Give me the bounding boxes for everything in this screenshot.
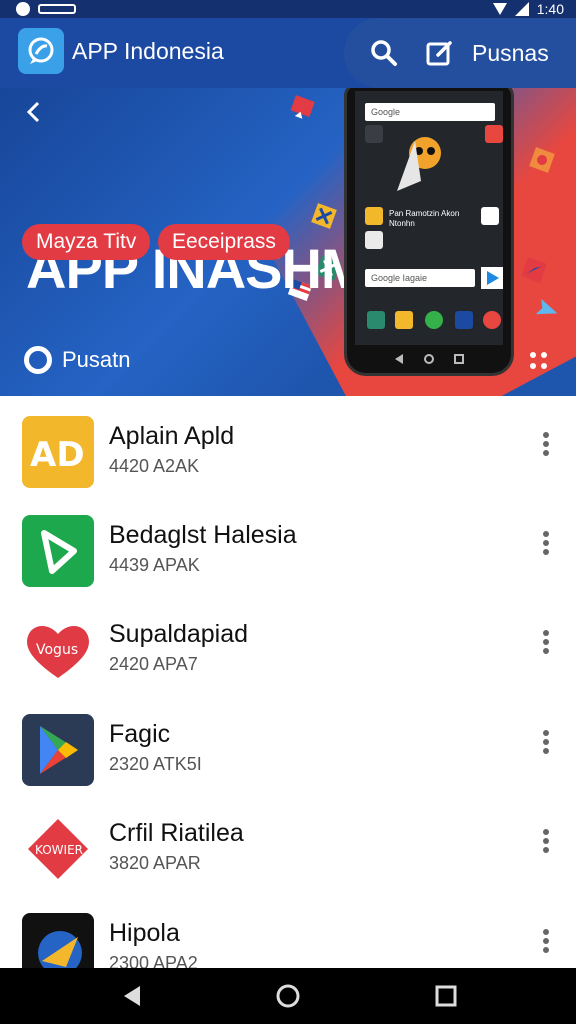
- app-meta: 4439 APAK: [109, 555, 200, 575]
- app-name: Fagic: [109, 720, 171, 748]
- play-store-icon: [481, 267, 503, 289]
- app-name: Bedaglst Halesia: [109, 521, 297, 549]
- more-vert-icon[interactable]: [532, 628, 560, 656]
- more-vert-icon[interactable]: [532, 430, 560, 458]
- app-meta: 2320 ATK5I: [109, 754, 202, 774]
- phone-google-bar: Google Iagaie: [365, 269, 475, 287]
- signal-icon: [514, 2, 529, 16]
- pusnas-link[interactable]: Pusnas: [472, 40, 549, 67]
- list-item[interactable]: KOWIER Crfil Riatilea 3820 APAR: [2, 793, 574, 893]
- home-circle-icon[interactable]: [274, 982, 302, 1010]
- recent-square-icon[interactable]: [432, 982, 460, 1010]
- play-store-icon: [22, 714, 94, 786]
- phone-dock-icon: [367, 311, 385, 329]
- heart-icon: Vogus: [22, 614, 94, 686]
- wifi-icon: [492, 3, 507, 15]
- grid-menu-icon[interactable]: [528, 350, 552, 374]
- sim-icon: [38, 4, 76, 14]
- more-vert-icon[interactable]: [532, 927, 560, 955]
- more-vert-icon[interactable]: [532, 827, 560, 855]
- app-meta: 2420 APA7: [109, 654, 198, 674]
- list-item[interactable]: Hipola 2300 APA2: [2, 893, 574, 968]
- banner-location[interactable]: Pusatn: [24, 346, 131, 374]
- app-meta: 3820 APAR: [109, 853, 201, 873]
- app-list: AD Aplain Apld 4420 A2AK Bedaglst Halesi…: [2, 396, 574, 968]
- edit-icon[interactable]: [424, 37, 456, 69]
- app-name: Aplain Apld: [109, 422, 235, 450]
- globe-icon: [22, 913, 94, 968]
- ad-logo-icon: AD: [22, 416, 94, 488]
- back-triangle-icon[interactable]: [118, 982, 146, 1010]
- phone-nav-bar: [395, 354, 464, 364]
- app-bar: APP Indonesia Pusnas: [0, 18, 576, 88]
- app-name: Supaldapiad: [109, 620, 249, 648]
- system-nav-bar: [0, 968, 576, 1024]
- phone-screen: Google Pan Ramotzin Akon Ntonhn Google I…: [355, 91, 503, 345]
- search-icon[interactable]: [368, 37, 400, 69]
- phone-search-bar: Google: [365, 103, 495, 121]
- hero-banner: APP INASHM R: Mayza Titv Eeceiprass Pusa…: [0, 88, 576, 396]
- back-chevron-icon[interactable]: [22, 100, 46, 124]
- app-meta: 4420 A2AK: [109, 456, 200, 476]
- notification-icon: [16, 2, 30, 16]
- chip-2[interactable]: Eeceiprass: [158, 224, 290, 260]
- speech-bubble-icon[interactable]: [18, 28, 64, 74]
- app-meta: 2300 APA2: [109, 953, 198, 968]
- list-item[interactable]: Bedaglst Halesia 4439 APAK: [2, 495, 574, 595]
- app-name: Hipola: [109, 919, 180, 947]
- phone-app-icon: [365, 231, 383, 249]
- phone-dock-icon: [455, 311, 473, 329]
- banner-location-label: Pusatn: [62, 347, 131, 372]
- more-vert-icon[interactable]: [532, 728, 560, 756]
- list-item[interactable]: Fagic 2320 ATK5I: [2, 694, 574, 794]
- list-item[interactable]: Vogus Supaldapiad 2420 APA7: [2, 594, 574, 694]
- svg-text:AD: AD: [30, 435, 85, 475]
- chip-1[interactable]: Mayza Titv: [22, 224, 151, 260]
- status-bar: 1:40: [0, 0, 576, 18]
- more-vert-icon[interactable]: [532, 529, 560, 557]
- play-triangle-icon: [22, 515, 94, 587]
- diamond-icon: KOWIER: [22, 813, 94, 885]
- phone-dock-icon: [425, 311, 443, 329]
- app-name: Crfil Riatilea: [109, 819, 244, 847]
- svg-text:KOWIER: KOWIER: [35, 843, 83, 857]
- status-time: 1:40: [536, 1, 564, 17]
- phone-app-icon: [365, 125, 383, 143]
- phone-app-icon: [481, 207, 499, 225]
- phone-dock-icon: [483, 311, 501, 329]
- svg-text:Vogus: Vogus: [36, 642, 78, 658]
- phone-dock-icon: [395, 311, 413, 329]
- phone-mid-text: Pan Ramotzin Akon Ntonhn: [389, 209, 460, 228]
- character-icon: [397, 137, 441, 191]
- list-item[interactable]: AD Aplain Apld 4420 A2AK: [2, 396, 574, 496]
- phone-mockup: Google Pan Ramotzin Akon Ntonhn Google I…: [344, 88, 514, 376]
- phone-app-icon: [365, 207, 383, 225]
- app-title: APP Indonesia: [72, 38, 224, 64]
- location-ring-icon: [24, 346, 52, 374]
- phone-app-icon: [485, 125, 503, 143]
